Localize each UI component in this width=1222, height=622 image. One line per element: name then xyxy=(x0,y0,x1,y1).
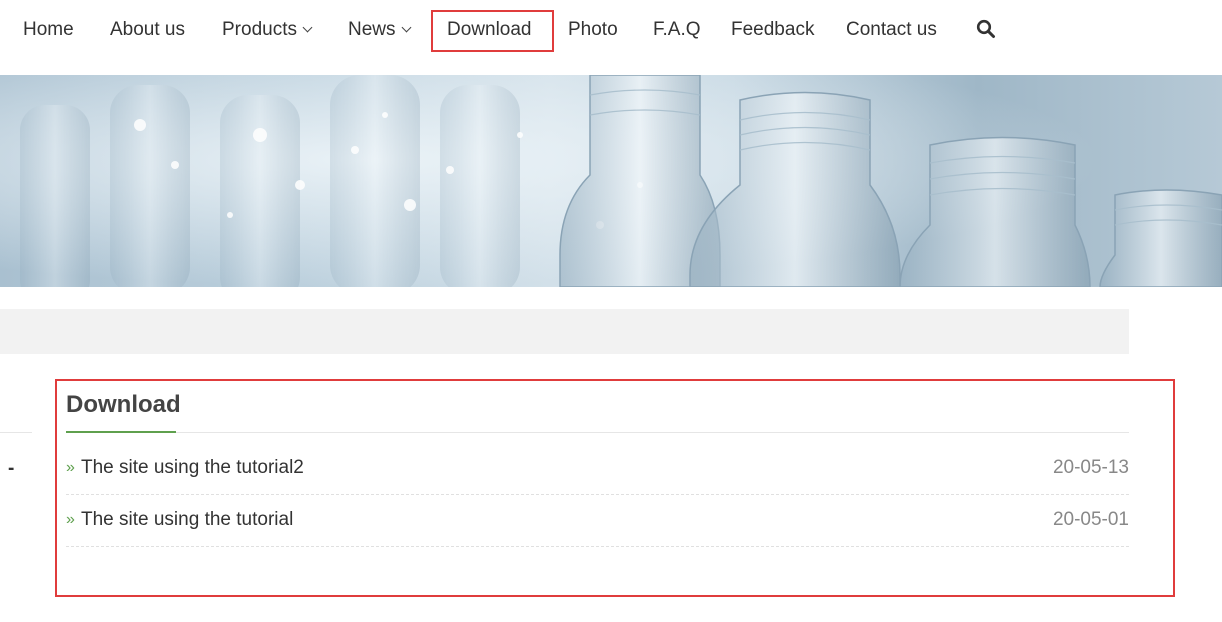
download-item-title[interactable]: The site using the tutorial xyxy=(81,507,293,533)
chevron-down-icon xyxy=(302,22,313,33)
active-nav-highlight xyxy=(431,10,554,52)
download-item-date: 20-05-13 xyxy=(1052,457,1129,478)
double-chevron-icon: » xyxy=(66,511,75,528)
banner-image xyxy=(0,75,1222,287)
nav-label: Contact us xyxy=(846,19,937,40)
title-accent-bar xyxy=(66,431,176,433)
nav-item-news[interactable]: News xyxy=(348,0,411,60)
nav-item-photo[interactable]: Photo xyxy=(568,0,618,60)
nav-label: News xyxy=(348,19,396,40)
breadcrumb-bar xyxy=(0,309,1129,354)
page-title: Download xyxy=(66,391,181,418)
nav-label: About us xyxy=(110,19,185,40)
download-item-title[interactable]: The site using the tutorial2 xyxy=(81,455,304,481)
download-item-date: 20-05-01 xyxy=(1052,509,1129,530)
title-divider xyxy=(66,432,1129,433)
nav-label: Home xyxy=(23,19,74,40)
main-nav: Home About us Products News Download Pho… xyxy=(0,0,1222,60)
sidebar-dash: - xyxy=(8,458,15,479)
nav-item-faq[interactable]: F.A.Q xyxy=(653,0,701,60)
nav-item-contact[interactable]: Contact us xyxy=(846,0,937,60)
download-item[interactable]: » The site using the tutorial 20-05-01 xyxy=(66,495,1129,547)
search-icon[interactable] xyxy=(976,19,996,39)
nav-item-feedback[interactable]: Feedback xyxy=(731,0,814,60)
double-chevron-icon: » xyxy=(66,459,75,476)
nav-item-home[interactable]: Home xyxy=(23,0,74,60)
nav-label: F.A.Q xyxy=(653,19,701,40)
download-item[interactable]: » The site using the tutorial2 20-05-13 xyxy=(66,443,1129,495)
nav-label: Products xyxy=(222,19,297,40)
chevron-down-icon xyxy=(401,22,411,33)
nav-item-products[interactable]: Products xyxy=(222,0,313,60)
nav-item-about[interactable]: About us xyxy=(110,0,185,60)
bottles-illustration xyxy=(0,75,1222,287)
nav-label: Photo xyxy=(568,19,618,40)
sidebar-divider xyxy=(0,432,32,433)
nav-label: Feedback xyxy=(731,19,815,40)
